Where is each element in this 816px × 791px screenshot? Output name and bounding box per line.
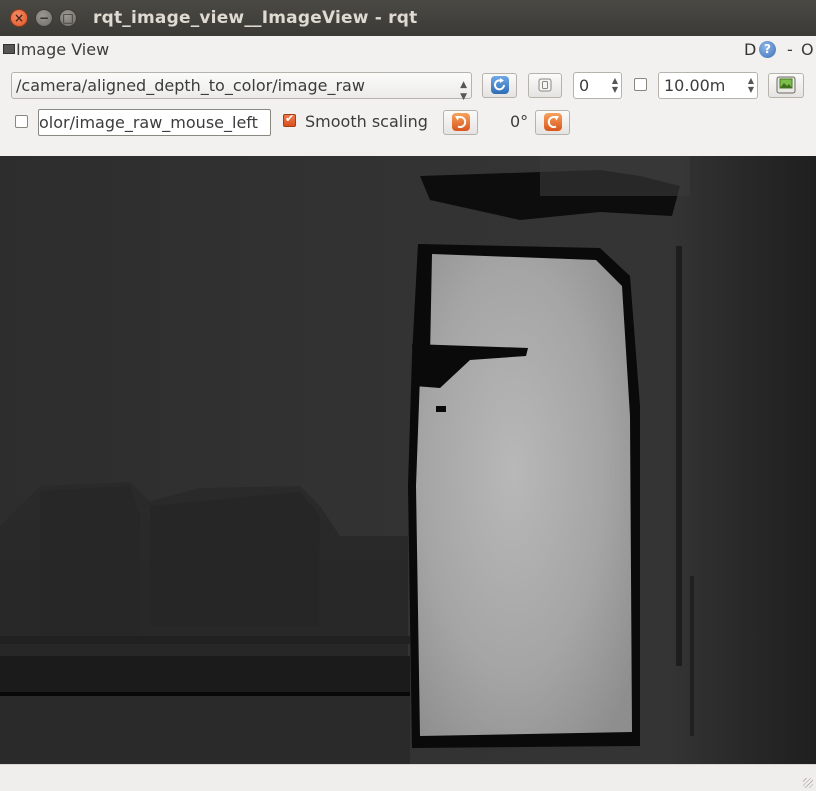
smooth-scaling-label: Smooth scaling [305,112,428,131]
smooth-scaling-checkbox[interactable] [283,112,296,127]
dock-icon [3,44,15,54]
dynamic-range-checkbox[interactable] [634,78,647,91]
maximize-icon[interactable]: □ [59,9,77,27]
dock-title: Image View [16,40,110,59]
status-bar [0,764,816,791]
zoom-icon [538,78,552,92]
topic-select[interactable]: /camera/aligned_depth_to_color/image_raw… [11,72,472,102]
spin-value: 0 [579,76,590,95]
save-image-button[interactable] [768,73,804,98]
dock-minimize-button[interactable]: - [787,40,793,59]
mouse-topic-input[interactable]: olor/image_raw_mouse_left [38,109,271,136]
save-icon [776,76,796,94]
max-range-value: 10.00m [664,76,726,95]
help-icon[interactable]: ? [759,41,776,58]
refresh-button[interactable] [482,73,517,98]
dock-header: Image View D ? - O [0,38,816,62]
depth-image-canvas [0,156,816,764]
mouse-topic-value: olor/image_raw_mouse_left [39,113,258,132]
updown-arrows-icon: ▲ ▼ [460,80,467,102]
spin-arrows-icon[interactable]: ▲ ▼ [612,76,618,94]
mouse-publish-checkbox[interactable] [15,115,28,128]
window-title: rqt_image_view__ImageView - rqt [93,8,418,28]
minimize-icon[interactable]: − [35,9,53,27]
dock-d-button[interactable]: D [744,40,756,59]
rotate-left-button[interactable] [443,110,478,135]
rotate-left-icon [451,113,470,131]
close-icon[interactable]: × [10,9,28,27]
spin-arrows-icon[interactable]: ▲ ▼ [748,76,754,94]
resize-grip-icon[interactable] [803,778,813,788]
rotate-right-button[interactable] [535,110,570,135]
spin-value-input[interactable]: 0 ▲ ▼ [573,72,622,99]
topic-select-value: /camera/aligned_depth_to_color/image_raw [16,76,365,95]
rotation-label: 0° [510,112,529,131]
title-bar: × − □ rqt_image_view__ImageView - rqt [0,0,816,36]
zoom-button[interactable] [528,73,562,98]
depth-image[interactable] [0,156,816,764]
max-range-input[interactable]: 10.00m ▲ ▼ [658,72,758,99]
dock-close-button[interactable]: O [801,40,814,59]
refresh-icon [490,76,509,94]
rotate-right-icon [543,113,562,131]
